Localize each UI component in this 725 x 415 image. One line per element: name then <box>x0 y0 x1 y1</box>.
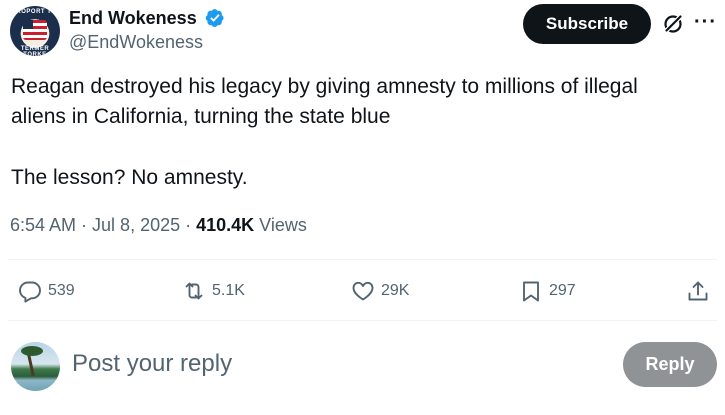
like-icon <box>352 281 374 301</box>
tweet-time[interactable]: 6:54 AM <box>10 215 76 235</box>
current-user-avatar[interactable] <box>11 342 60 391</box>
tweet-text-line-1: Reagan destroyed his legacy by giving am… <box>11 75 638 98</box>
like-count: 29K <box>381 282 410 299</box>
meta-separator-2: · <box>180 215 197 235</box>
more-icon[interactable]: ··· <box>694 12 720 36</box>
divider-top <box>8 259 717 260</box>
reply-count: 539 <box>48 282 75 299</box>
subscribe-button[interactable]: Subscribe <box>523 4 651 44</box>
author-avatar[interactable]: PROPORT TIS TERMER TORKE <box>10 6 60 56</box>
tweet-date[interactable]: Jul 8, 2025 <box>92 215 180 235</box>
bookmark-icon <box>523 281 539 302</box>
repost-count: 5.1K <box>212 282 245 299</box>
avatar-flag-canton <box>23 20 33 29</box>
reply-icon <box>19 281 41 303</box>
avatar-text-top: PROPORT TIS <box>11 9 59 15</box>
avatar-palm-frond <box>21 346 43 356</box>
share-action[interactable] <box>686 276 716 306</box>
tweet-text-line-3: The lesson? No amnesty. <box>11 166 248 189</box>
bookmark-action[interactable]: 297 <box>519 276 576 306</box>
grok-icon[interactable] <box>661 12 685 36</box>
reply-input[interactable]: Post your reply <box>72 349 232 379</box>
repost-action[interactable]: 5.1K <box>182 276 245 306</box>
author-display-name[interactable]: End Wokeness <box>69 7 197 29</box>
like-action[interactable]: 29K <box>351 276 409 306</box>
reply-button[interactable]: Reply <box>623 342 717 387</box>
verified-badge-icon[interactable] <box>205 8 225 28</box>
views-label: Views <box>254 215 307 235</box>
bookmark-count: 297 <box>549 282 576 299</box>
views-count: 410.4K <box>196 215 255 235</box>
divider-bottom <box>8 320 717 321</box>
share-icon <box>688 281 708 301</box>
tweet-meta: 6:54 AM · Jul 8, 2025 · 410.4K Views <box>10 213 307 237</box>
meta-separator: · <box>76 215 93 235</box>
author-handle[interactable]: @EndWokeness <box>69 31 203 53</box>
avatar-text-bottom: TERMER TORKE <box>20 46 50 56</box>
reply-action[interactable]: 539 <box>18 276 75 306</box>
tweet-text-line-2: aliens in California, turning the state … <box>11 105 391 128</box>
repost-icon <box>185 282 203 300</box>
